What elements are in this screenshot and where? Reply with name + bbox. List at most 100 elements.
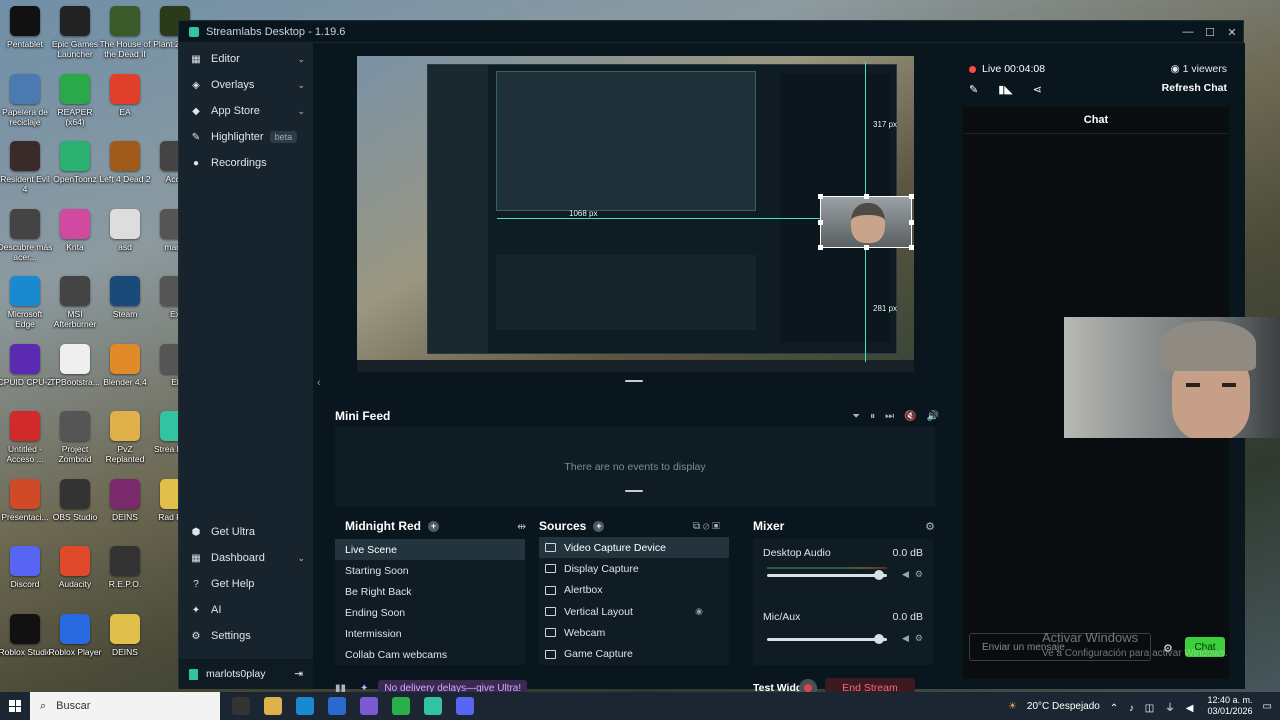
edge-icon[interactable] bbox=[296, 697, 314, 715]
start-button[interactable] bbox=[0, 700, 30, 712]
share-icon[interactable]: ⋖ bbox=[1033, 83, 1042, 96]
desktop-icon[interactable]: OpenToonz bbox=[47, 141, 103, 184]
volume-icon[interactable]: 🔊 bbox=[927, 411, 939, 422]
desktop-icon[interactable]: Descubre más acer... bbox=[0, 208, 53, 262]
desktop-icon[interactable]: PvZ Replanted bbox=[97, 411, 153, 464]
desktop-icon[interactable]: Resident Evil 4 bbox=[0, 141, 53, 194]
scene-item[interactable]: Collab Cam webcams bbox=[335, 644, 525, 665]
chevron-left-icon[interactable]: ‹ bbox=[317, 377, 321, 389]
scene-item[interactable]: Ending Soon bbox=[335, 602, 525, 623]
desktop-icon[interactable]: OBS Studio bbox=[47, 478, 103, 522]
pencil-icon[interactable]: ✎ bbox=[969, 83, 978, 96]
chevron-down-icon[interactable]: ⌄ bbox=[297, 553, 305, 564]
source-item[interactable]: Alertbox bbox=[539, 580, 729, 601]
pause-icon[interactable]: ⏸ bbox=[870, 411, 875, 422]
clock[interactable]: 12:40 a. m. 03/01/2026 bbox=[1208, 695, 1253, 717]
transition-icon[interactable]: ⇹ bbox=[517, 520, 526, 533]
refresh-chat-button[interactable]: Refresh Chat bbox=[1162, 82, 1227, 94]
mail-icon[interactable] bbox=[328, 697, 346, 715]
task-view-icon[interactable] bbox=[232, 697, 250, 715]
taskbar-search[interactable]: ⌕ Buscar bbox=[30, 692, 220, 720]
desktop-icon[interactable]: Epic Games Launcher bbox=[47, 6, 103, 59]
add-source-button[interactable]: + bbox=[593, 520, 605, 532]
desktop-icon[interactable]: Blender 4.4 bbox=[97, 343, 153, 387]
desktop-icon[interactable]: Pentablet bbox=[0, 6, 53, 49]
sidebar-item-settings[interactable]: ⚙ Settings bbox=[179, 623, 313, 649]
add-scene-button[interactable]: + bbox=[427, 520, 439, 532]
chevron-down-icon[interactable]: ⌄ bbox=[297, 106, 305, 117]
desktop-icon[interactable]: REAPER (x64) bbox=[47, 73, 103, 127]
desktop-icon[interactable]: Untitled - Acceso ... bbox=[0, 411, 53, 464]
gear-icon[interactable]: ⚙ bbox=[915, 633, 923, 644]
sidebar-item-app-store[interactable]: ◆ App Store ⌄ bbox=[179, 98, 313, 124]
sidebar-item-recordings[interactable]: ● Recordings bbox=[179, 150, 313, 176]
gear-icon[interactable]: ⚙ bbox=[915, 569, 923, 580]
source-item[interactable]: Game Capture bbox=[539, 643, 729, 664]
maximize-button[interactable]: ☐ bbox=[1199, 21, 1221, 43]
desktop-icon[interactable]: TPBootstra... bbox=[47, 343, 103, 387]
resize-handle[interactable] bbox=[625, 490, 643, 492]
sidebar-item-get-help[interactable]: ? Get Help bbox=[179, 571, 313, 597]
source-item[interactable]: Display Capture bbox=[539, 558, 729, 579]
desktop-icon[interactable]: Audacity bbox=[47, 546, 103, 589]
desktop-icon[interactable]: The House of the Dead II bbox=[97, 6, 153, 59]
desktop-icon[interactable]: Left 4 Dead 2 bbox=[97, 141, 153, 184]
resize-handle[interactable] bbox=[625, 380, 643, 382]
filter-icon[interactable]: ⏷ bbox=[852, 411, 860, 422]
stream-preview[interactable]: 1068 px 317 px 281 px bbox=[357, 56, 914, 372]
chevron-down-icon[interactable]: ⌄ bbox=[297, 54, 305, 65]
skip-icon[interactable]: ⏭ bbox=[885, 411, 894, 422]
speaker-icon[interactable]: ◀ bbox=[902, 633, 909, 644]
desktop-icon[interactable]: CPUID CPU-Z bbox=[0, 343, 53, 387]
chevron-down-icon[interactable]: ⌄ bbox=[297, 80, 305, 91]
source-item[interactable]: Vertical Layout ◉ bbox=[539, 601, 729, 622]
minimize-button[interactable]: — bbox=[1177, 21, 1199, 43]
desktop-icon[interactable]: R.E.P.O. bbox=[97, 546, 153, 589]
volume-slider-handle[interactable] bbox=[874, 570, 884, 580]
speaker-icon[interactable]: ◀ bbox=[902, 569, 909, 580]
desktop-icon[interactable]: Roblox Player bbox=[47, 613, 103, 657]
desktop-icon[interactable]: Krita bbox=[47, 208, 103, 252]
desktop-icon[interactable]: Papelera de reciclaje bbox=[0, 73, 53, 127]
scene-item[interactable]: Be Right Back bbox=[335, 581, 525, 602]
logout-icon[interactable]: ⇥ bbox=[294, 668, 303, 680]
scene-item[interactable]: Intermission bbox=[335, 623, 525, 644]
hidden-eye-icon[interactable]: ◉ bbox=[695, 606, 703, 617]
desktop-icon[interactable]: Steam bbox=[97, 276, 153, 319]
sidebar-item-ai[interactable]: ✦ AI bbox=[179, 597, 313, 623]
notification-icon[interactable]: ▭ bbox=[1263, 701, 1272, 712]
scene-item[interactable]: Starting Soon bbox=[335, 560, 525, 581]
desktop-icon[interactable]: asd bbox=[97, 208, 153, 252]
sidebar-item-highlighter[interactable]: ✎ Highlighter beta bbox=[179, 124, 313, 150]
app-icon[interactable] bbox=[456, 697, 474, 715]
desktop-icon[interactable]: DEINS bbox=[97, 478, 153, 522]
store-icon[interactable] bbox=[392, 697, 410, 715]
close-button[interactable]: ✕ bbox=[1221, 21, 1243, 43]
scene-item[interactable]: Live Scene bbox=[335, 539, 525, 560]
desktop-icon[interactable]: Roblox Studio bbox=[0, 613, 53, 657]
sidebar-item-get-ultra[interactable]: ⬢ Get Ultra bbox=[179, 519, 313, 545]
mute-icon[interactable]: 🔇 bbox=[904, 411, 916, 422]
file-explorer-icon[interactable] bbox=[264, 697, 282, 715]
desktop-icon[interactable]: MSI Afterburner bbox=[47, 276, 103, 329]
streamlabs-taskbar-icon[interactable] bbox=[424, 697, 442, 715]
desktop-icon[interactable]: Presentaci... bbox=[0, 478, 53, 522]
desktop-icon[interactable]: EA bbox=[97, 73, 153, 117]
sidebar-item-editor[interactable]: ▦ Editor ⌄ bbox=[179, 46, 313, 72]
source-item[interactable]: Video Capture Device bbox=[539, 537, 729, 559]
source-item[interactable]: Webcam bbox=[539, 622, 729, 643]
camera-icon[interactable]: ▮◣ bbox=[998, 83, 1013, 96]
gear-icon[interactable]: ⚙ bbox=[925, 520, 935, 533]
scene-collection-title[interactable]: Midnight Red bbox=[345, 519, 421, 533]
desktop-icon[interactable]: Microsoft Edge bbox=[0, 276, 53, 329]
sidebar-item-overlays[interactable]: ◈ Overlays ⌄ bbox=[179, 72, 313, 98]
app-icon[interactable] bbox=[360, 697, 378, 715]
sidebar-item-dashboard[interactable]: ▦ Dashboard ⌄ bbox=[179, 545, 313, 571]
desktop-icon[interactable]: Discord bbox=[0, 546, 53, 589]
desktop-icon[interactable]: Project Zomboid bbox=[47, 411, 103, 464]
user-account[interactable]: marlots0play ⇥ bbox=[179, 659, 313, 689]
volume-slider[interactable] bbox=[767, 574, 887, 577]
weather-label[interactable]: 20°C Despejado bbox=[1027, 701, 1100, 712]
desktop-icon[interactable]: DEINS bbox=[97, 613, 153, 657]
tray-icons[interactable]: ⌃ ♪ ◫ ⏚ ◀ bbox=[1110, 699, 1198, 714]
